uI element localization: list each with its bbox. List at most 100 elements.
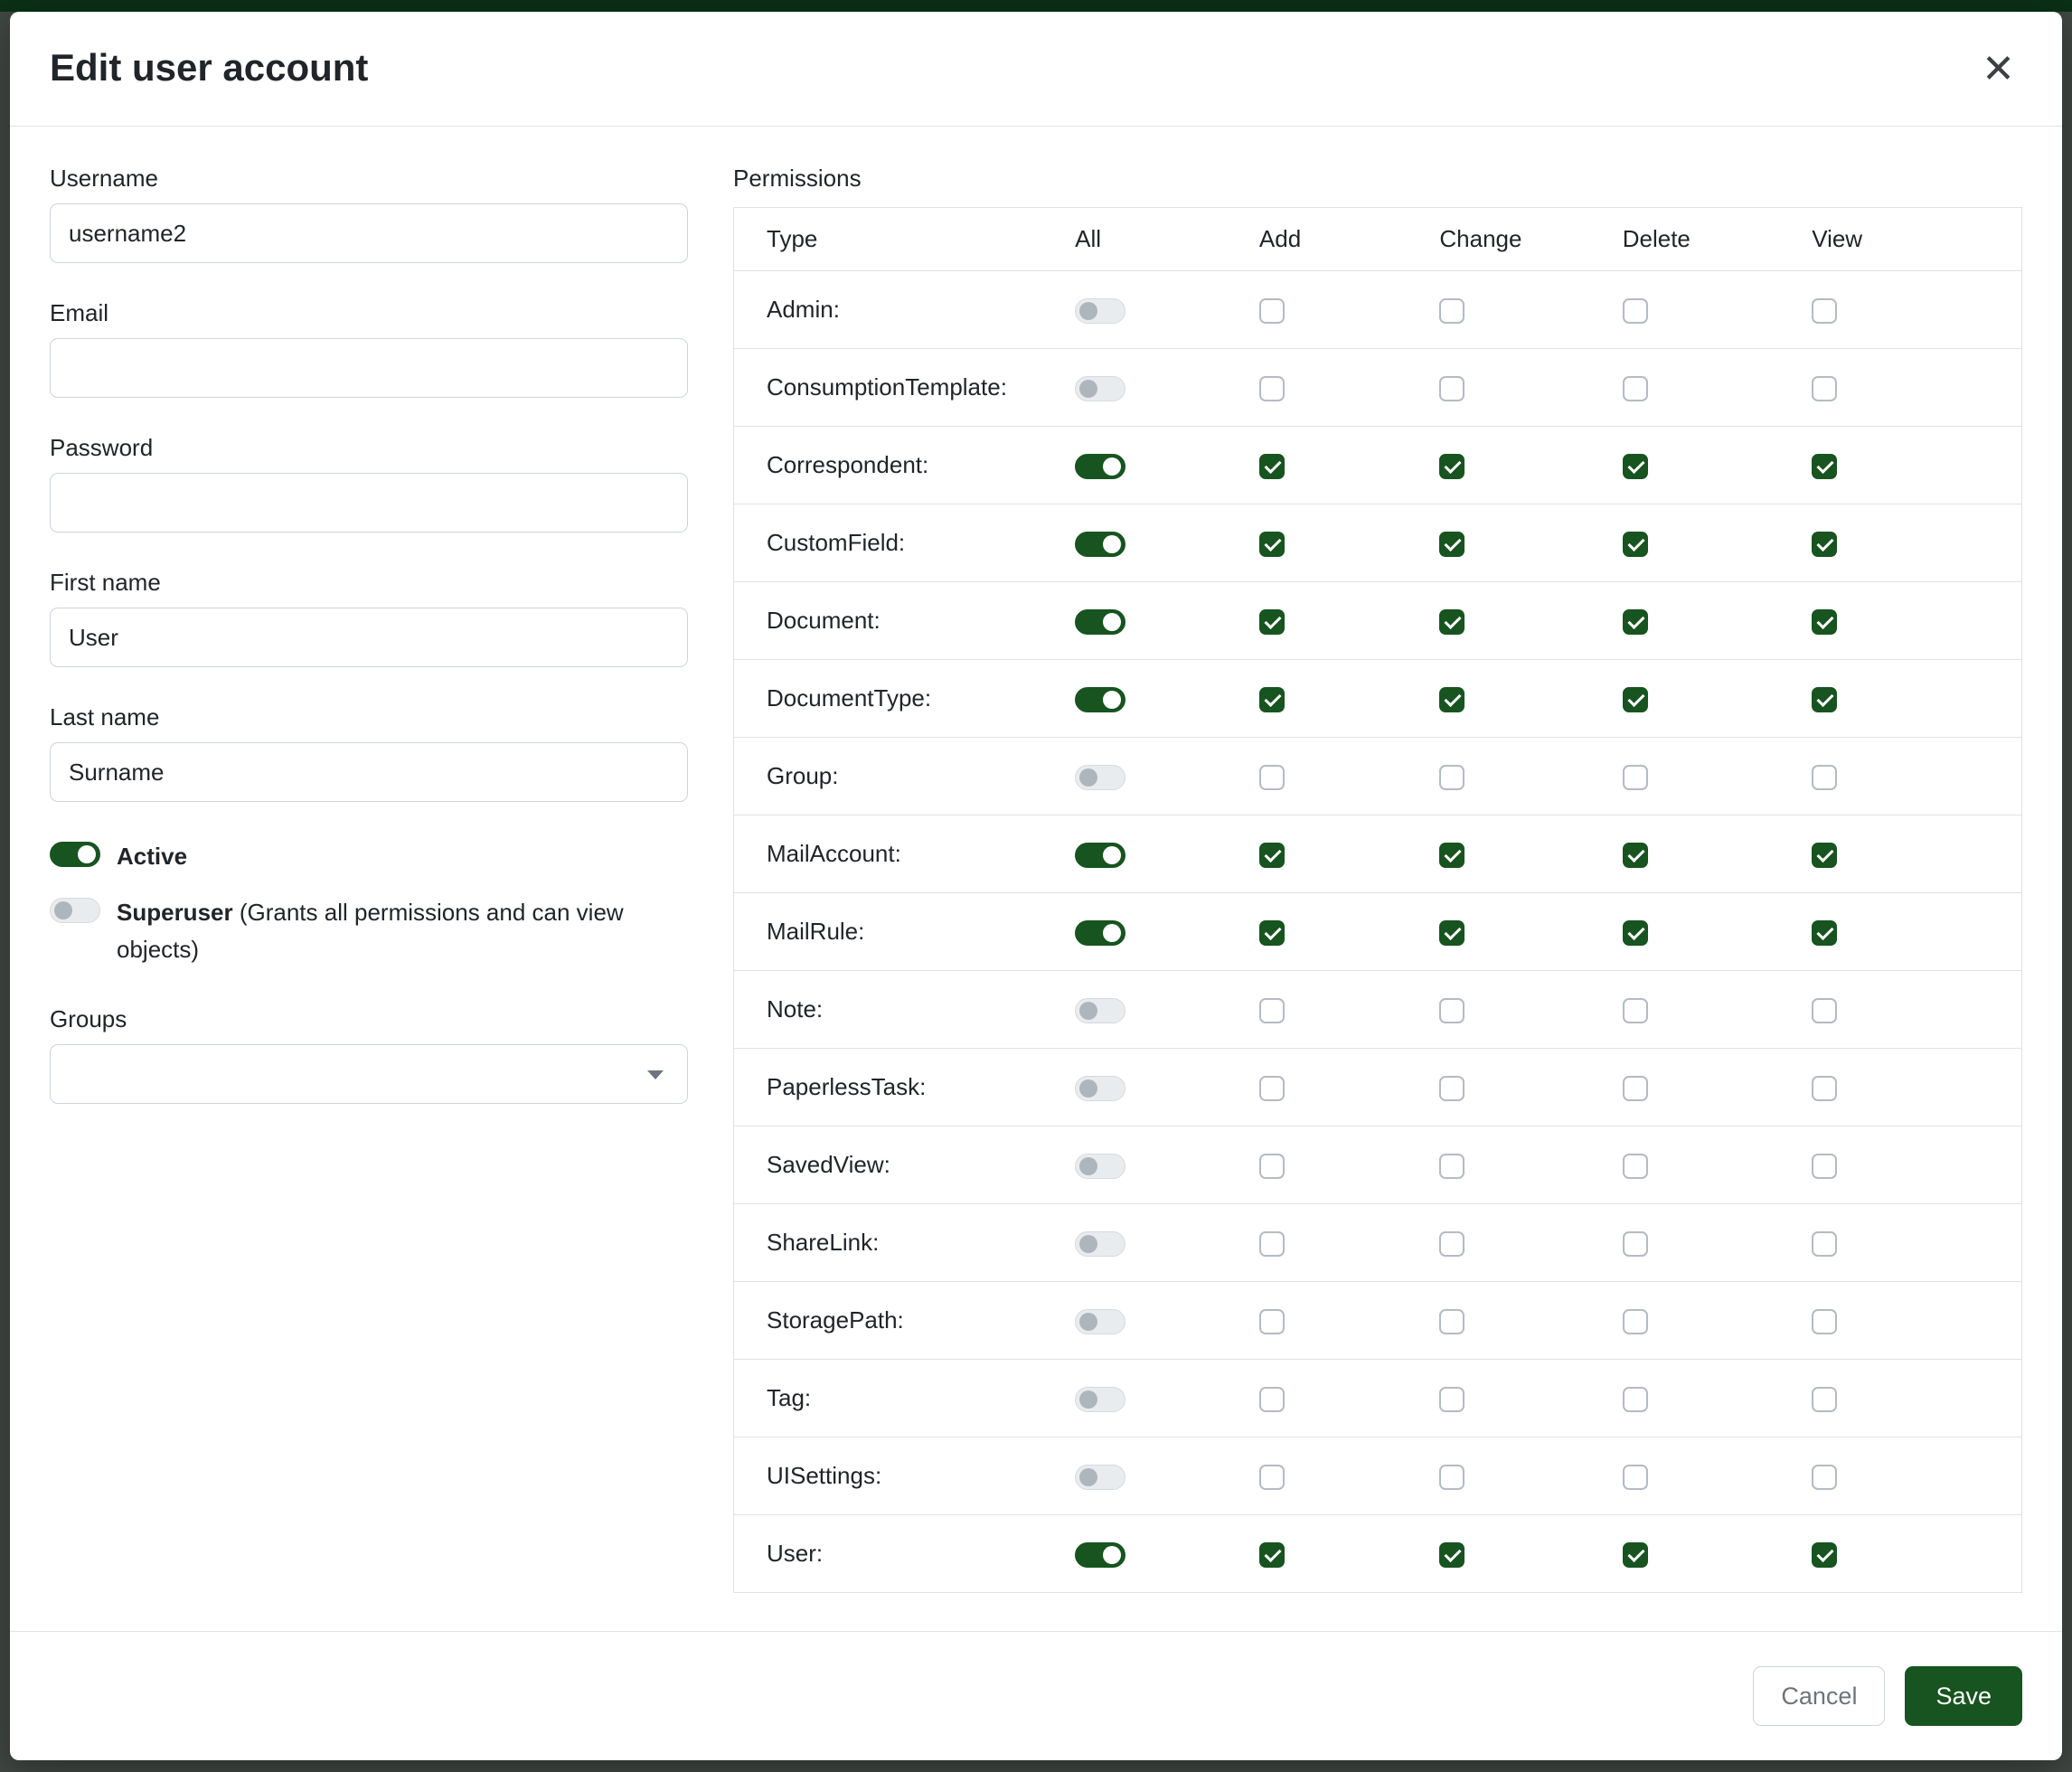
permission-change-checkbox[interactable] xyxy=(1439,998,1465,1023)
permission-view-checkbox[interactable] xyxy=(1812,1154,1837,1179)
permission-add-checkbox[interactable] xyxy=(1259,1076,1285,1101)
username-input[interactable] xyxy=(50,203,688,263)
permission-change-checkbox[interactable] xyxy=(1439,454,1465,479)
permission-all-toggle[interactable] xyxy=(1075,298,1125,324)
permission-add-checkbox[interactable] xyxy=(1259,376,1285,401)
permission-type-label: Document: xyxy=(734,582,1076,660)
permission-add-checkbox[interactable] xyxy=(1259,609,1285,635)
permission-delete-checkbox[interactable] xyxy=(1623,1076,1648,1101)
permission-view-checkbox[interactable] xyxy=(1812,532,1837,557)
permission-view-checkbox[interactable] xyxy=(1812,1387,1837,1412)
permission-view-checkbox[interactable] xyxy=(1812,1309,1837,1334)
permission-change-checkbox[interactable] xyxy=(1439,765,1465,790)
permission-change-checkbox[interactable] xyxy=(1439,376,1465,401)
permission-change-checkbox[interactable] xyxy=(1439,1154,1465,1179)
permission-type-label: SavedView: xyxy=(734,1126,1076,1204)
password-field[interactable] xyxy=(50,473,688,533)
permission-all-toggle[interactable] xyxy=(1075,1542,1125,1568)
permission-all-toggle[interactable] xyxy=(1075,1309,1125,1334)
permission-delete-checkbox[interactable] xyxy=(1623,998,1648,1023)
email-field[interactable] xyxy=(50,338,688,398)
permission-delete-checkbox[interactable] xyxy=(1623,1542,1648,1568)
permission-delete-checkbox[interactable] xyxy=(1623,298,1648,324)
permission-delete-checkbox[interactable] xyxy=(1623,1309,1648,1334)
permission-add-checkbox[interactable] xyxy=(1259,1309,1285,1334)
save-button[interactable]: Save xyxy=(1905,1666,2022,1726)
permission-add-checkbox[interactable] xyxy=(1259,298,1285,324)
first-name-field[interactable] xyxy=(50,608,688,667)
permission-add-checkbox[interactable] xyxy=(1259,1231,1285,1257)
permission-delete-checkbox[interactable] xyxy=(1623,1154,1648,1179)
permission-add-checkbox[interactable] xyxy=(1259,1387,1285,1412)
groups-select[interactable] xyxy=(50,1044,688,1104)
permission-change-checkbox[interactable] xyxy=(1439,1542,1465,1568)
permission-change-checkbox[interactable] xyxy=(1439,843,1465,868)
permission-delete-checkbox[interactable] xyxy=(1623,687,1648,712)
permission-change-checkbox[interactable] xyxy=(1439,1465,1465,1490)
permission-all-toggle[interactable] xyxy=(1075,532,1125,557)
permission-delete-checkbox[interactable] xyxy=(1623,1387,1648,1412)
permission-change-checkbox[interactable] xyxy=(1439,1387,1465,1412)
permission-delete-checkbox[interactable] xyxy=(1623,1465,1648,1490)
superuser-toggle[interactable] xyxy=(50,898,100,923)
permission-change-checkbox[interactable] xyxy=(1439,920,1465,946)
permission-view-checkbox[interactable] xyxy=(1812,376,1837,401)
permission-change-checkbox[interactable] xyxy=(1439,1076,1465,1101)
permission-delete-checkbox[interactable] xyxy=(1623,376,1648,401)
permission-add-checkbox[interactable] xyxy=(1259,1465,1285,1490)
permission-change-checkbox[interactable] xyxy=(1439,1231,1465,1257)
permission-all-toggle[interactable] xyxy=(1075,1231,1125,1257)
permission-add-checkbox[interactable] xyxy=(1259,920,1285,946)
permission-view-checkbox[interactable] xyxy=(1812,1231,1837,1257)
permission-view-checkbox[interactable] xyxy=(1812,687,1837,712)
permission-view-checkbox[interactable] xyxy=(1812,998,1837,1023)
permission-view-checkbox[interactable] xyxy=(1812,920,1837,946)
permission-view-checkbox[interactable] xyxy=(1812,454,1837,479)
permission-change-checkbox[interactable] xyxy=(1439,1309,1465,1334)
cancel-button[interactable]: Cancel xyxy=(1753,1666,1885,1726)
permission-change-checkbox[interactable] xyxy=(1439,298,1465,324)
permission-delete-checkbox[interactable] xyxy=(1623,1231,1648,1257)
permission-add-checkbox[interactable] xyxy=(1259,843,1285,868)
last-name-field[interactable] xyxy=(50,742,688,802)
permission-view-checkbox[interactable] xyxy=(1812,1465,1837,1490)
permission-view-checkbox[interactable] xyxy=(1812,843,1837,868)
permission-change-checkbox[interactable] xyxy=(1439,687,1465,712)
permission-all-toggle[interactable] xyxy=(1075,1465,1125,1490)
permission-add-checkbox[interactable] xyxy=(1259,454,1285,479)
permission-view-checkbox[interactable] xyxy=(1812,609,1837,635)
permission-change-checkbox[interactable] xyxy=(1439,532,1465,557)
permission-row: Group: xyxy=(734,738,2022,815)
permission-delete-checkbox[interactable] xyxy=(1623,454,1648,479)
permission-add-checkbox[interactable] xyxy=(1259,1542,1285,1568)
permission-all-toggle[interactable] xyxy=(1075,1387,1125,1412)
permission-delete-checkbox[interactable] xyxy=(1623,532,1648,557)
active-toggle[interactable] xyxy=(50,842,100,867)
permission-view-checkbox[interactable] xyxy=(1812,765,1837,790)
permission-all-toggle[interactable] xyxy=(1075,376,1125,401)
permission-all-toggle[interactable] xyxy=(1075,1154,1125,1179)
permission-all-toggle[interactable] xyxy=(1075,920,1125,946)
permission-add-checkbox[interactable] xyxy=(1259,998,1285,1023)
permission-add-checkbox[interactable] xyxy=(1259,1154,1285,1179)
permission-all-toggle[interactable] xyxy=(1075,843,1125,868)
permission-delete-checkbox[interactable] xyxy=(1623,609,1648,635)
permission-view-checkbox[interactable] xyxy=(1812,1542,1837,1568)
permission-all-toggle[interactable] xyxy=(1075,765,1125,790)
permission-add-checkbox[interactable] xyxy=(1259,687,1285,712)
permission-add-checkbox[interactable] xyxy=(1259,532,1285,557)
permission-all-toggle[interactable] xyxy=(1075,454,1125,479)
permission-delete-checkbox[interactable] xyxy=(1623,843,1648,868)
permission-all-toggle[interactable] xyxy=(1075,998,1125,1023)
permission-all-toggle[interactable] xyxy=(1075,687,1125,712)
permission-change-checkbox[interactable] xyxy=(1439,609,1465,635)
permission-all-toggle[interactable] xyxy=(1075,609,1125,635)
close-icon[interactable]: ✕ xyxy=(1974,46,2022,93)
permission-add-checkbox[interactable] xyxy=(1259,765,1285,790)
permission-delete-checkbox[interactable] xyxy=(1623,765,1648,790)
permission-view-checkbox[interactable] xyxy=(1812,1076,1837,1101)
groups-label: Groups xyxy=(50,1005,688,1033)
permission-all-toggle[interactable] xyxy=(1075,1076,1125,1101)
permission-delete-checkbox[interactable] xyxy=(1623,920,1648,946)
permission-view-checkbox[interactable] xyxy=(1812,298,1837,324)
